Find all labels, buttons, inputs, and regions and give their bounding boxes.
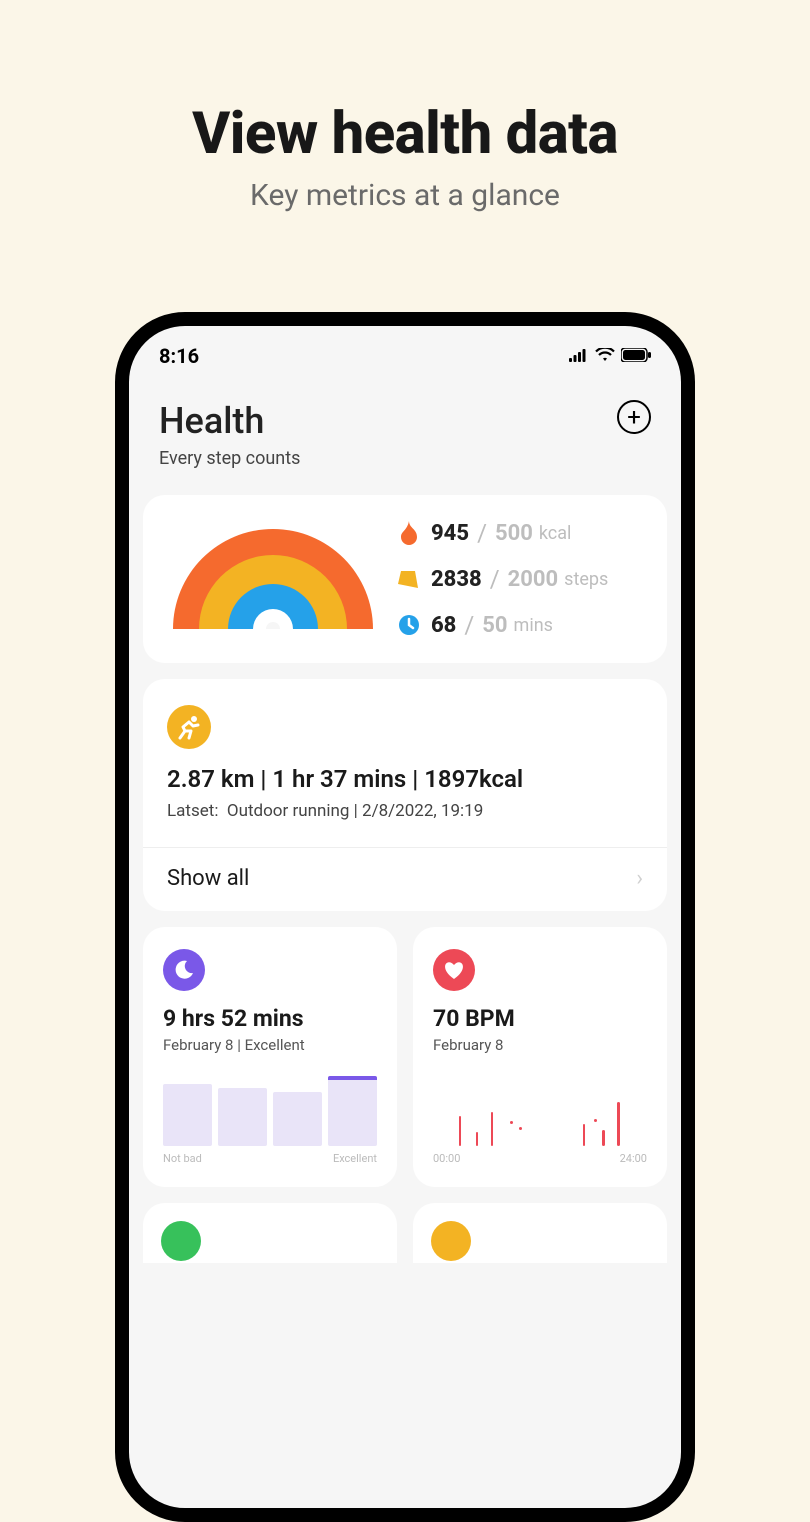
screen-header: Health Every step counts + xyxy=(129,376,681,495)
sleep-meta: February 8 | Excellent xyxy=(163,1036,377,1054)
flame-icon xyxy=(397,521,421,545)
divider xyxy=(143,847,667,848)
activity-card[interactable]: 945 / 500 kcal 2838 / 2000 steps 68 / 50 xyxy=(143,495,667,663)
show-all-button[interactable]: Show all › xyxy=(167,866,643,891)
plus-icon: + xyxy=(627,405,641,429)
wifi-icon xyxy=(595,347,615,366)
peek-row xyxy=(129,1203,681,1263)
page-subtitle: Every step counts xyxy=(159,448,300,469)
clock-icon xyxy=(397,613,421,637)
status-time: 8:16 xyxy=(159,344,199,368)
status-bar: 8:16 xyxy=(129,326,681,376)
sleep-axis: Not badExcellent xyxy=(163,1152,377,1165)
sleep-card[interactable]: 9 hrs 52 mins February 8 | Excellent Not… xyxy=(143,927,397,1187)
promo-subtitle: Key metrics at a glance xyxy=(0,178,810,213)
heart-value: 70 BPM xyxy=(433,1005,647,1032)
metric-calories: 945 / 500 kcal xyxy=(397,519,643,547)
metric-minutes: 68 / 50 mins xyxy=(397,611,643,639)
add-button[interactable]: + xyxy=(617,400,651,434)
battery-icon xyxy=(621,347,651,366)
peek-card-left[interactable] xyxy=(143,1203,397,1263)
metric-steps: 2838 / 2000 steps xyxy=(397,565,643,593)
promo-title: View health data xyxy=(0,0,810,168)
heart-card[interactable]: 70 BPM February 8 00:0024:00 xyxy=(413,927,667,1187)
phone-frame: 8:16 Health Every step counts + 945 / xyxy=(115,312,695,1522)
peek-card-right[interactable] xyxy=(413,1203,667,1263)
moon-icon xyxy=(163,949,205,991)
chevron-right-icon: › xyxy=(636,866,643,891)
page-title: Health xyxy=(159,400,300,442)
heart-meta: February 8 xyxy=(433,1036,647,1054)
heart-axis: 00:0024:00 xyxy=(433,1152,647,1165)
workout-meta: Latset: Outdoor running | 2/8/2022, 19:1… xyxy=(167,801,643,821)
workout-summary: 2.87 km | 1 hr 37 mins | 1897kcal xyxy=(167,765,643,793)
footsteps-icon xyxy=(397,567,421,591)
running-icon xyxy=(167,705,211,749)
sleep-value: 9 hrs 52 mins xyxy=(163,1005,377,1032)
sleep-chart xyxy=(163,1076,377,1146)
workout-card[interactable]: 2.87 km | 1 hr 37 mins | 1897kcal Latset… xyxy=(143,679,667,911)
heart-chart xyxy=(433,1076,647,1146)
heart-icon xyxy=(433,949,475,991)
activity-rainbow-icon xyxy=(173,529,373,629)
signal-icon xyxy=(569,347,589,366)
